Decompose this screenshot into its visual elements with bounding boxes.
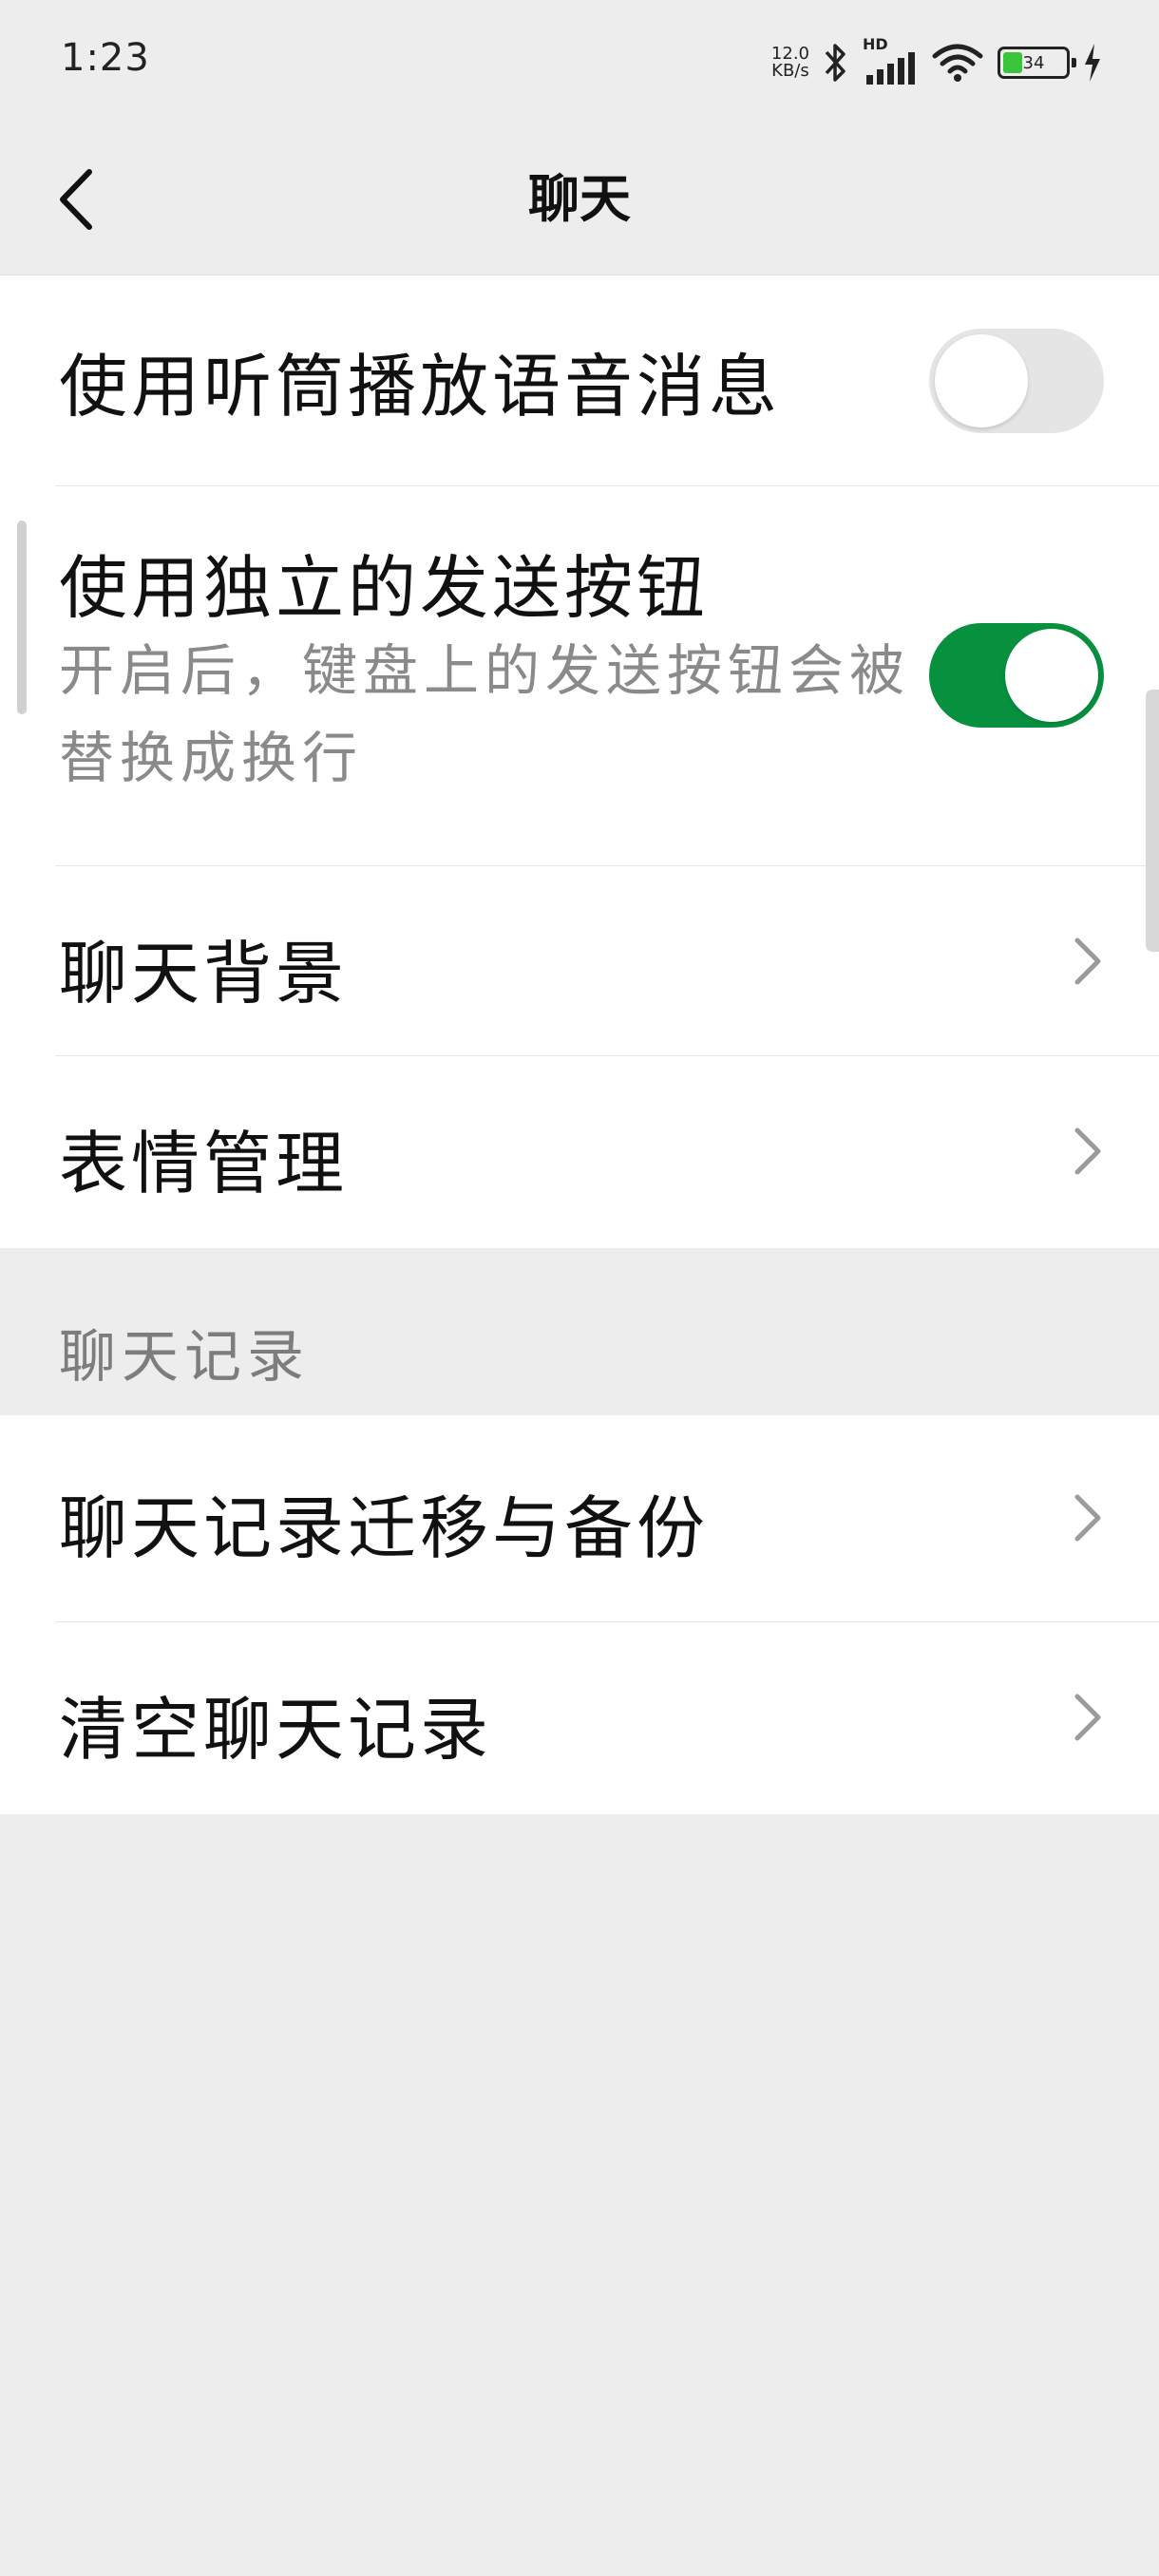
settings-group-chat: 使用听筒播放语音消息 使用独立的发送按钮 开启后，键盘上的发送按钮会被替换成换行… [0, 275, 1159, 1248]
status-bar: 1:23 12.0 KB/s HD 34 [0, 0, 1159, 123]
chevron-right-icon [1074, 1127, 1101, 1175]
battery-level: 34 [1022, 52, 1045, 73]
row-chat-background[interactable]: 聊天背景 [0, 866, 1159, 1056]
toggle-knob [935, 334, 1028, 427]
earpiece-playback-toggle[interactable] [929, 329, 1104, 433]
chevron-left-icon [60, 169, 92, 230]
row-separate-send-button-title: 使用独立的发送按钮 [59, 548, 710, 628]
row-earpiece-playback-title: 使用听筒播放语音消息 [59, 347, 782, 426]
row-clear-chat-history[interactable]: 清空聊天记录 [0, 1622, 1159, 1814]
status-icons: 12.0 KB/s HD 34 [771, 35, 1102, 89]
charging-icon [1085, 44, 1100, 82]
section-header-chat-history: 聊天记录 [59, 1324, 310, 1391]
page-title: 聊天 [528, 169, 631, 229]
bluetooth-icon [825, 44, 846, 82]
row-earpiece-playback: 使用听筒播放语音消息 [0, 275, 1159, 486]
scrollbar[interactable] [1146, 690, 1159, 952]
separate-send-button-toggle[interactable] [929, 623, 1104, 728]
wifi-icon [932, 44, 983, 82]
toggle-knob [1005, 629, 1098, 722]
row-chat-background-title: 聊天背景 [59, 934, 349, 1013]
scroll-indicator-left [17, 521, 27, 714]
row-separate-send-button: 使用独立的发送按钮 开启后，键盘上的发送按钮会被替换成换行 [0, 486, 1159, 866]
status-time: 1:23 [61, 36, 150, 80]
row-sticker-management[interactable]: 表情管理 [0, 1056, 1159, 1248]
signal-icon: HD [863, 35, 918, 85]
network-speed: 12.0 KB/s [771, 46, 809, 80]
back-button[interactable] [38, 161, 114, 237]
row-chat-history-migrate-backup-title: 聊天记录迁移与备份 [59, 1488, 710, 1568]
row-separate-send-button-description: 开启后，键盘上的发送按钮会被替换成换行 [59, 638, 911, 790]
network-speed-unit: KB/s [771, 61, 809, 81]
battery-icon: 34 [998, 47, 1076, 79]
chevron-right-icon [1074, 1494, 1101, 1542]
row-sticker-management-title: 表情管理 [59, 1124, 349, 1203]
row-chat-history-migrate-backup[interactable]: 聊天记录迁移与备份 [0, 1415, 1159, 1622]
navigation-bar: 聊天 [0, 123, 1159, 275]
chevron-right-icon [1074, 938, 1101, 985]
row-clear-chat-history-title: 清空聊天记录 [59, 1690, 493, 1770]
hd-label: HD [863, 35, 888, 53]
chevron-right-icon [1074, 1694, 1101, 1741]
settings-group-chat-history: 聊天记录迁移与备份 清空聊天记录 [0, 1415, 1159, 1814]
